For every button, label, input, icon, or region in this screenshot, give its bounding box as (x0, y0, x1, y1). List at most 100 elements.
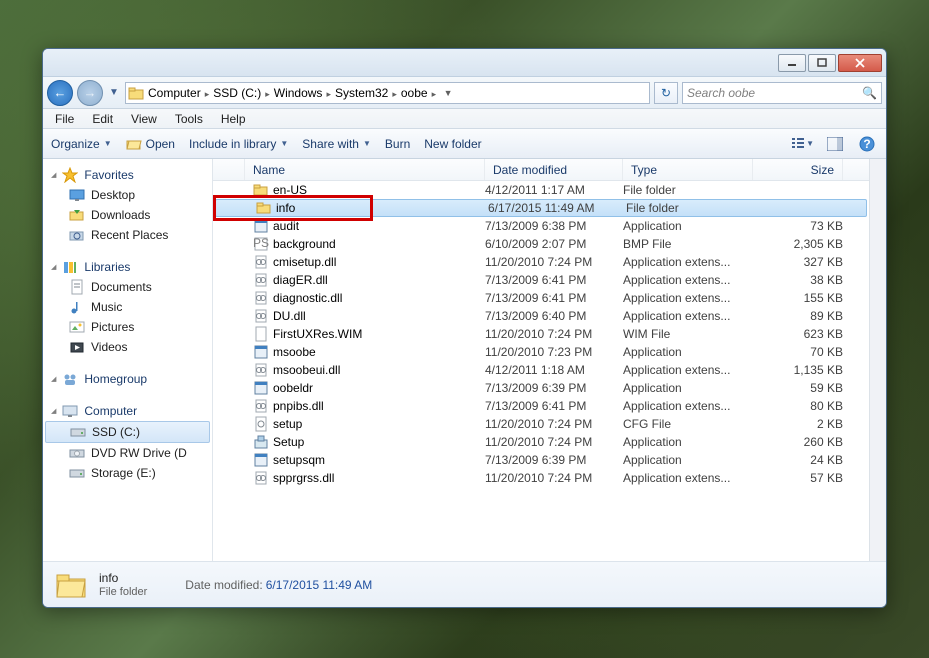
file-row[interactable]: DU.dll7/13/2009 6:40 PMApplication exten… (213, 307, 869, 325)
breadcrumb-separator[interactable]: ▸ (430, 89, 439, 99)
documents-icon (69, 279, 85, 295)
date-column-header[interactable]: Date modified (485, 159, 623, 180)
nav-item[interactable]: Storage (E:) (43, 463, 212, 483)
music-icon (69, 299, 85, 315)
nav-item[interactable]: SSD (C:) (45, 421, 210, 443)
app-icon (253, 452, 269, 468)
open-button[interactable]: Open (126, 136, 175, 152)
file-size: 2 KB (753, 417, 843, 431)
menu-edit[interactable]: Edit (84, 111, 121, 127)
file-row[interactable]: FirstUXRes.WIM11/20/2010 7:24 PMWIM File… (213, 325, 869, 343)
file-type: Application extens... (623, 399, 753, 413)
file-date: 7/13/2009 6:39 PM (485, 453, 623, 467)
refresh-button[interactable]: ↻ (654, 82, 678, 104)
file-row[interactable]: audit7/13/2009 6:38 PMApplication73 KB (213, 217, 869, 235)
nav-group-libraries[interactable]: Libraries (43, 257, 212, 277)
file-list[interactable]: en-US4/12/2011 1:17 AMFile folderinfo6/1… (213, 181, 869, 561)
address-bar[interactable]: Computer▸SSD (C:)▸Windows▸System32▸oobe▸… (125, 82, 650, 104)
file-row[interactable]: Setup11/20/2010 7:24 PMApplication260 KB (213, 433, 869, 451)
breadcrumb-segment[interactable]: SSD (C:) (211, 86, 263, 100)
organize-button[interactable]: Organize ▼ (51, 137, 112, 151)
history-dropdown[interactable]: ▼ (107, 87, 121, 98)
vertical-scrollbar[interactable] (869, 159, 886, 561)
file-row[interactable]: spprgrss.dll11/20/2010 7:24 PMApplicatio… (213, 469, 869, 487)
breadcrumb-separator[interactable]: ▸ (390, 89, 399, 99)
file-size: 327 KB (753, 255, 843, 269)
menu-bar: FileEditViewToolsHelp (43, 109, 886, 129)
breadcrumb-separator[interactable]: ▸ (263, 89, 272, 99)
search-icon: 🔍 (862, 86, 877, 100)
menu-tools[interactable]: Tools (167, 111, 211, 127)
search-input[interactable]: Search oobe 🔍 (682, 82, 882, 104)
file-row[interactable]: oobeldr7/13/2009 6:39 PMApplication59 KB (213, 379, 869, 397)
nav-item[interactable]: DVD RW Drive (D (43, 443, 212, 463)
menu-help[interactable]: Help (213, 111, 254, 127)
folder-icon (55, 569, 87, 601)
nav-item[interactable]: Recent Places (43, 225, 212, 245)
address-dropdown[interactable]: ▼ (440, 88, 456, 98)
file-size: 24 KB (753, 453, 843, 467)
file-name: oobeldr (273, 381, 313, 395)
nav-item[interactable]: Videos (43, 337, 212, 357)
back-button[interactable]: ← (47, 80, 73, 106)
file-name: info (276, 201, 295, 215)
breadcrumb-segment[interactable]: Windows (272, 86, 325, 100)
nav-item[interactable]: Desktop (43, 185, 212, 205)
file-row[interactable]: setupsqm7/13/2009 6:39 PMApplication24 K… (213, 451, 869, 469)
file-type: Application (623, 381, 753, 395)
file-row[interactable]: cmisetup.dll11/20/2010 7:24 PMApplicatio… (213, 253, 869, 271)
nav-group-homegroup[interactable]: Homegroup (43, 369, 212, 389)
file-type: Application extens... (623, 363, 753, 377)
nav-item[interactable]: Music (43, 297, 212, 317)
maximize-button[interactable] (808, 54, 836, 72)
folder-icon (253, 182, 269, 198)
share-with-button[interactable]: Share with ▼ (302, 137, 371, 151)
file-row[interactable]: info6/17/2015 11:49 AMFile folder (215, 199, 867, 217)
type-column-header[interactable]: Type (623, 159, 753, 180)
file-row[interactable]: pnpibs.dll7/13/2009 6:41 PMApplication e… (213, 397, 869, 415)
file-row[interactable]: PSbackground6/10/2009 2:07 PMBMP File2,3… (213, 235, 869, 253)
breadcrumb-separator[interactable]: ▸ (203, 89, 212, 99)
nav-item[interactable]: Documents (43, 277, 212, 297)
file-row[interactable]: diagnostic.dll7/13/2009 6:41 PMApplicati… (213, 289, 869, 307)
file-date: 11/20/2010 7:24 PM (485, 435, 623, 449)
titlebar (43, 49, 886, 77)
preview-pane-button[interactable] (824, 134, 846, 154)
breadcrumb-segment[interactable]: System32 (333, 86, 390, 100)
file-date: 11/20/2010 7:24 PM (485, 327, 623, 341)
help-button[interactable]: ? (856, 134, 878, 154)
downloads-icon (69, 207, 85, 223)
forward-button[interactable]: → (77, 80, 103, 106)
dll-icon (253, 470, 269, 486)
nav-group-computer[interactable]: Computer (43, 401, 212, 421)
new-folder-button[interactable]: New folder (424, 137, 481, 151)
file-row[interactable]: msoobe11/20/2010 7:23 PMApplication70 KB (213, 343, 869, 361)
burn-button[interactable]: Burn (385, 137, 410, 151)
file-row[interactable]: setup11/20/2010 7:24 PMCFG File2 KB (213, 415, 869, 433)
close-button[interactable] (838, 54, 882, 72)
dll-icon (253, 362, 269, 378)
size-column-header[interactable]: Size (753, 159, 843, 180)
file-row[interactable]: en-US4/12/2011 1:17 AMFile folder (213, 181, 869, 199)
checkbox-column[interactable] (213, 159, 245, 180)
file-size: 155 KB (753, 291, 843, 305)
minimize-button[interactable] (778, 54, 806, 72)
breadcrumb-segment[interactable]: oobe (399, 86, 430, 100)
toolbar: Organize ▼ Open Include in library ▼ Sha… (43, 129, 886, 159)
include-library-button[interactable]: Include in library ▼ (189, 137, 288, 151)
nav-item[interactable]: Pictures (43, 317, 212, 337)
menu-file[interactable]: File (47, 111, 82, 127)
file-date: 4/12/2011 1:17 AM (485, 183, 623, 197)
view-options-button[interactable]: ▼ (792, 134, 814, 154)
nav-group-favorites[interactable]: Favorites (43, 165, 212, 185)
breadcrumb-segment[interactable]: Computer (146, 86, 203, 100)
file-type: Application (623, 345, 753, 359)
menu-view[interactable]: View (123, 111, 165, 127)
file-row[interactable]: diagER.dll7/13/2009 6:41 PMApplication e… (213, 271, 869, 289)
nav-item[interactable]: Downloads (43, 205, 212, 225)
breadcrumb-separator[interactable]: ▸ (324, 89, 333, 99)
name-column-header[interactable]: Name (245, 159, 485, 180)
file-row[interactable]: msoobeui.dll4/12/2011 1:18 AMApplication… (213, 361, 869, 379)
file-name: en-US (273, 183, 307, 197)
file-size: 1,135 KB (753, 363, 843, 377)
